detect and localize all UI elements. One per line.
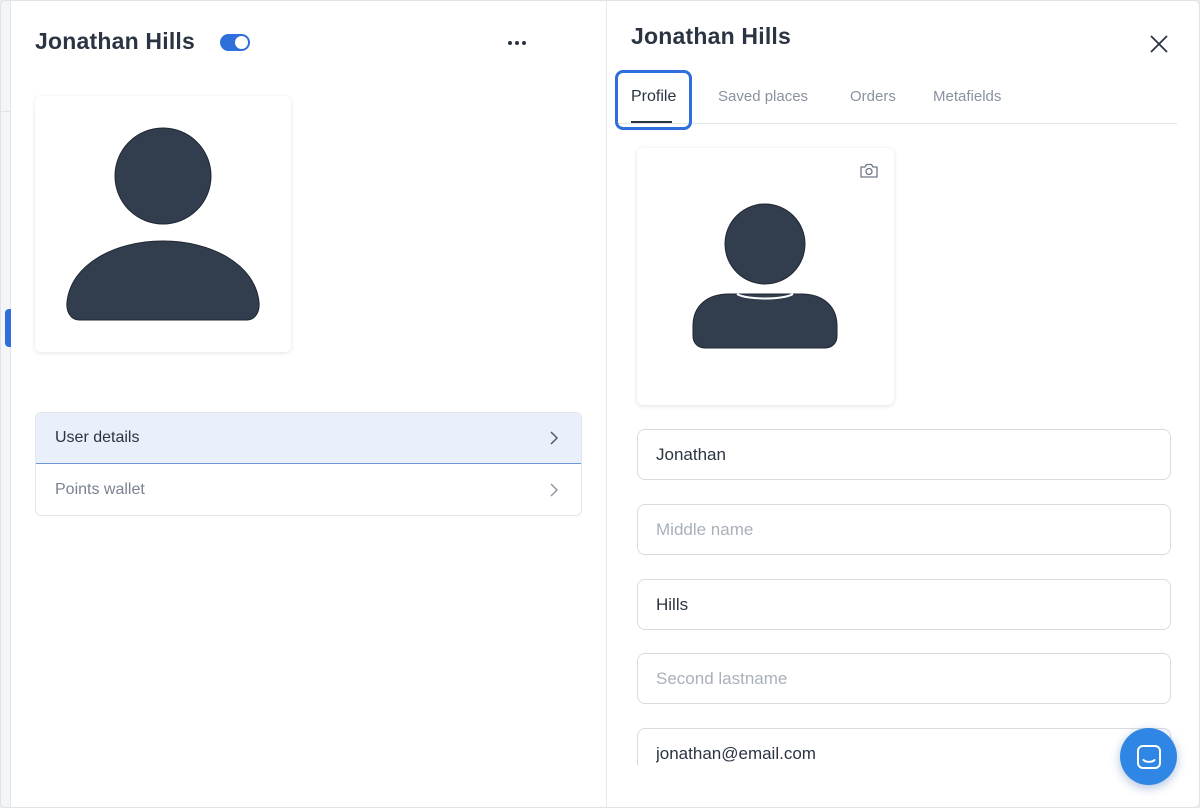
menu-item-label: User details [55, 429, 140, 446]
app-frame: Jonathan Hills User details Points walle… [0, 0, 1200, 808]
edge-divider [1, 111, 11, 112]
chevron-right-icon [550, 483, 558, 496]
profile-photo-upload[interactable] [637, 148, 894, 405]
user-detail-menu: User details Points wallet [35, 412, 582, 516]
second-lastname-input[interactable] [638, 654, 1170, 703]
user-summary-panel: Jonathan Hills User details Points walle… [11, 1, 607, 807]
last-name-field[interactable] [637, 579, 1171, 630]
edit-user-drawer: Jonathan Hills Profile Saved places Orde… [607, 1, 1199, 807]
chat-launcher-button[interactable] [1120, 728, 1177, 785]
tab-profile[interactable]: Profile [615, 70, 693, 130]
tab-metafields[interactable]: Metafields [933, 69, 1001, 124]
first-name-field[interactable] [637, 429, 1171, 480]
background-page-edge [1, 1, 11, 807]
user-avatar-icon [692, 203, 838, 349]
menu-item-user-details[interactable]: User details [36, 413, 581, 464]
tab-label: Profile [631, 88, 677, 105]
more-horizontal-icon [508, 41, 512, 45]
toggle-knob [235, 36, 248, 49]
second-lastname-field[interactable] [637, 653, 1171, 704]
tab-label: Orders [850, 88, 896, 105]
user-active-toggle[interactable] [220, 34, 250, 51]
tab-label: Metafields [933, 88, 1002, 105]
more-options-button[interactable] [501, 31, 533, 55]
close-icon[interactable] [1147, 32, 1171, 56]
camera-icon[interactable] [859, 162, 879, 179]
active-tab-underline [631, 121, 673, 123]
email-field-clip [637, 728, 1171, 765]
middle-name-input[interactable] [638, 505, 1170, 554]
tab-orders[interactable]: Orders [850, 69, 896, 124]
chevron-right-icon [550, 431, 558, 445]
email-input[interactable] [638, 729, 1170, 765]
menu-item-label: Points wallet [55, 480, 145, 498]
first-name-input[interactable] [638, 430, 1170, 479]
middle-name-field[interactable] [637, 504, 1171, 555]
email-field[interactable] [637, 728, 1171, 765]
user-avatar-card [35, 96, 291, 352]
menu-item-points-wallet[interactable]: Points wallet [36, 464, 581, 515]
tab-label: Saved places [718, 88, 809, 105]
user-avatar-icon [66, 127, 260, 321]
drawer-tabs: Profile Saved places Orders Metafields [615, 69, 1177, 130]
tab-saved-places[interactable]: Saved places [718, 69, 808, 124]
drawer-title: Jonathan Hills [631, 23, 791, 49]
user-name-title: Jonathan Hills [35, 28, 195, 54]
last-name-input[interactable] [638, 580, 1170, 629]
chat-icon [1136, 744, 1161, 769]
